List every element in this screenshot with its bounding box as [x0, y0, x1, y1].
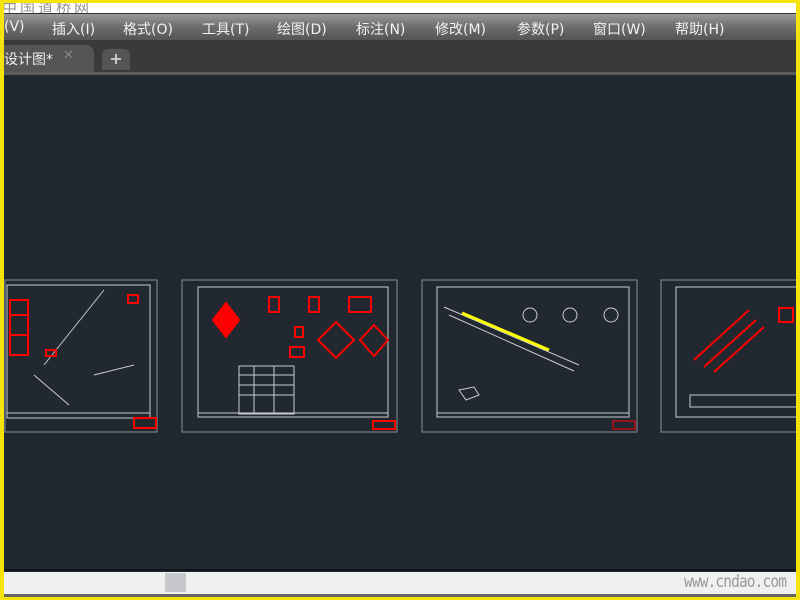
sheet-4[interactable] — [660, 279, 796, 433]
tab-design-drawing[interactable]: 设计图* ✕ — [4, 45, 94, 72]
drawing-canvas[interactable] — [4, 75, 796, 569]
close-icon[interactable]: ✕ — [63, 48, 74, 63]
menu-format[interactable]: 格式(O) — [123, 19, 173, 39]
divider — [4, 569, 796, 571]
menu-parameters[interactable]: 参数(P) — [517, 19, 564, 39]
menu-tools[interactable]: 工具(T) — [202, 19, 249, 39]
layout-sheets — [4, 279, 796, 433]
sheet-1[interactable] — [4, 279, 158, 433]
menu-bar: (V) 插入(I) 格式(O) 工具(T) 绘图(D) 标注(N) 修改(M) … — [4, 13, 796, 40]
sheet-2[interactable] — [181, 279, 398, 433]
menu-modify[interactable]: 修改(M) — [435, 19, 486, 39]
menu-help[interactable]: 帮助(H) — [675, 19, 724, 39]
new-tab-button[interactable]: + — [102, 49, 130, 70]
title-strip: 中国道桥网 — [4, 3, 796, 17]
menu-view[interactable]: (V) — [4, 19, 25, 35]
document-tab-bar: 设计图* ✕ + — [4, 40, 796, 72]
status-bar-edge — [4, 594, 796, 597]
horizontal-scrollbar[interactable]: www.cndao.com — [4, 572, 796, 594]
scrollbar-thumb[interactable] — [165, 573, 186, 592]
menu-dimension[interactable]: 标注(N) — [356, 19, 405, 39]
tab-label: 设计图* — [4, 52, 53, 68]
sheet-3[interactable] — [421, 279, 638, 433]
footer-watermark: www.cndao.com — [683, 572, 787, 592]
menu-draw[interactable]: 绘图(D) — [277, 19, 327, 39]
menu-window[interactable]: 窗口(W) — [593, 19, 646, 39]
menu-insert[interactable]: 插入(I) — [52, 19, 95, 39]
